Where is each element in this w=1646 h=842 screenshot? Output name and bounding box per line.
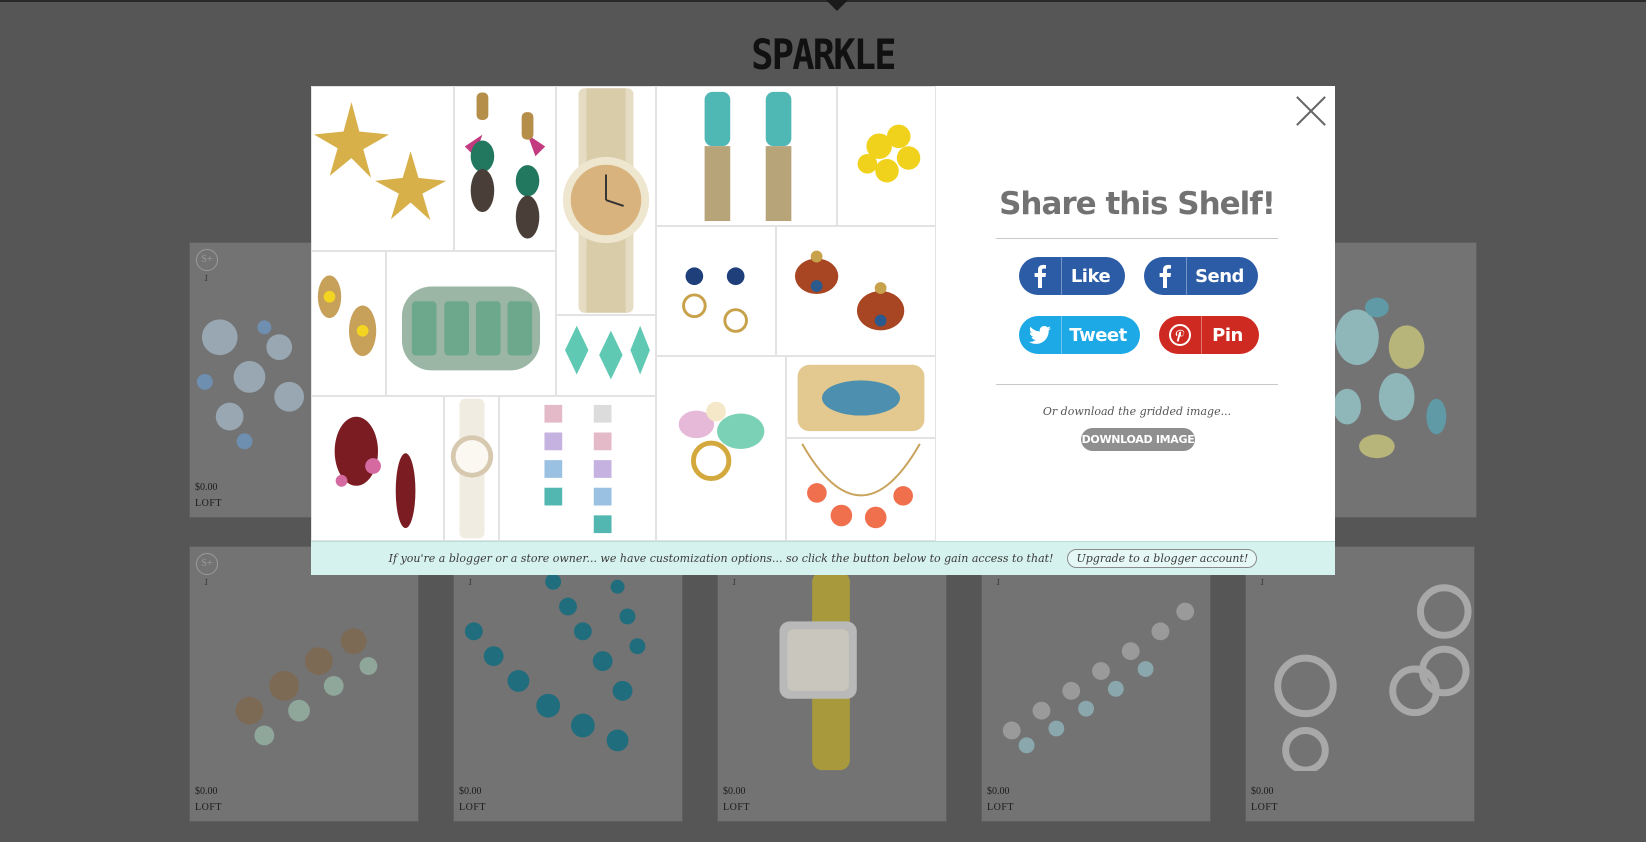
product-image: [464, 573, 646, 752]
product-store: LOFT: [987, 802, 1014, 813]
collage-tile-white-watch: [444, 396, 499, 541]
facebook-like-button[interactable]: Like: [1019, 257, 1125, 295]
pin-button[interactable]: Pin: [1159, 316, 1259, 354]
product-store: LOFT: [723, 802, 750, 813]
collage-tile-pastel-bracelet: [499, 396, 656, 541]
divider: [996, 238, 1278, 239]
twitter-icon: [1019, 316, 1062, 354]
product-price: $0.00: [459, 786, 482, 797]
product-store: LOFT: [195, 802, 222, 813]
product-price: $0.00: [987, 786, 1010, 797]
caret-down-icon: [826, 0, 848, 11]
product-card[interactable]: 1 $0.00 LOFT: [981, 546, 1211, 822]
collage-tile-jeweled-bug-earrings: [776, 226, 936, 356]
send-label: Send: [1195, 265, 1244, 287]
facebook-icon: [1019, 257, 1062, 295]
facebook-icon: [1144, 257, 1187, 295]
product-price: $0.00: [195, 786, 218, 797]
product-image: [779, 571, 857, 771]
footer-message: If you're a blogger or a store owner... …: [388, 552, 1054, 565]
product-card[interactable]: 1 $0.00 LOFT: [453, 546, 683, 822]
page-title: SPARKLE: [751, 30, 896, 79]
collage-tile-gold-watch: [556, 86, 656, 315]
pinterest-icon: [1159, 316, 1202, 354]
collage-tile-tassel-earrings: [656, 86, 837, 226]
product-card[interactable]: 1 $0.00 LOFT: [717, 546, 947, 822]
collage-tile-yellow-ring: [837, 86, 936, 226]
collage-tile-coral-necklace: [786, 438, 936, 541]
share-title: Share this Shelf!: [999, 186, 1276, 222]
product-image: [235, 628, 378, 746]
collage-tile-enamel-cuff: [786, 356, 936, 438]
share-modal: Share this Shelf! Like Send Tweet Pin Or…: [311, 86, 1335, 575]
tweet-label: Tweet: [1069, 324, 1127, 346]
download-hint: Or download the gridded image...: [1042, 405, 1232, 418]
product-card[interactable]: 1 $0.00 LOFT: [1245, 546, 1475, 822]
collage-tile-cobalt-drop-earrings: [656, 226, 776, 356]
collage-tile-leaf-earrings: [311, 251, 386, 396]
product-store: LOFT: [1251, 802, 1278, 813]
upgrade-footer: If you're a blogger or a store owner... …: [311, 541, 1335, 575]
product-store: LOFT: [459, 802, 486, 813]
product-price: $0.00: [1251, 786, 1274, 797]
close-icon[interactable]: [1295, 94, 1327, 126]
collage-tile-mint-bracelet: [386, 251, 556, 396]
product-price: $0.00: [723, 786, 746, 797]
pin-label: Pin: [1212, 324, 1243, 346]
collage-tile-aqua-earrings: [556, 315, 656, 396]
upgrade-blogger-button[interactable]: Upgrade to a blogger account!: [1067, 549, 1258, 568]
product-image: [1002, 602, 1195, 754]
collage-tile-garnet-brooch: [311, 396, 444, 541]
collage-image: [311, 86, 936, 541]
product-card[interactable]: S+ 1 $0.00 LOFT: [189, 546, 419, 822]
divider: [996, 384, 1278, 385]
product-price: $0.00: [195, 482, 218, 493]
download-image-button[interactable]: DOWNLOAD IMAGE: [1081, 428, 1195, 451]
top-border: [0, 0, 1646, 2]
facebook-send-button[interactable]: Send: [1144, 257, 1258, 295]
collage-tile-starfish-earrings: [311, 86, 454, 251]
product-image: [1274, 584, 1472, 771]
like-label: Like: [1070, 265, 1111, 287]
collage-tile-cocktail-ring: [656, 356, 786, 541]
collage-tile-skull-earrings: [454, 86, 556, 251]
product-store: LOFT: [195, 498, 222, 509]
tweet-button[interactable]: Tweet: [1019, 316, 1140, 354]
